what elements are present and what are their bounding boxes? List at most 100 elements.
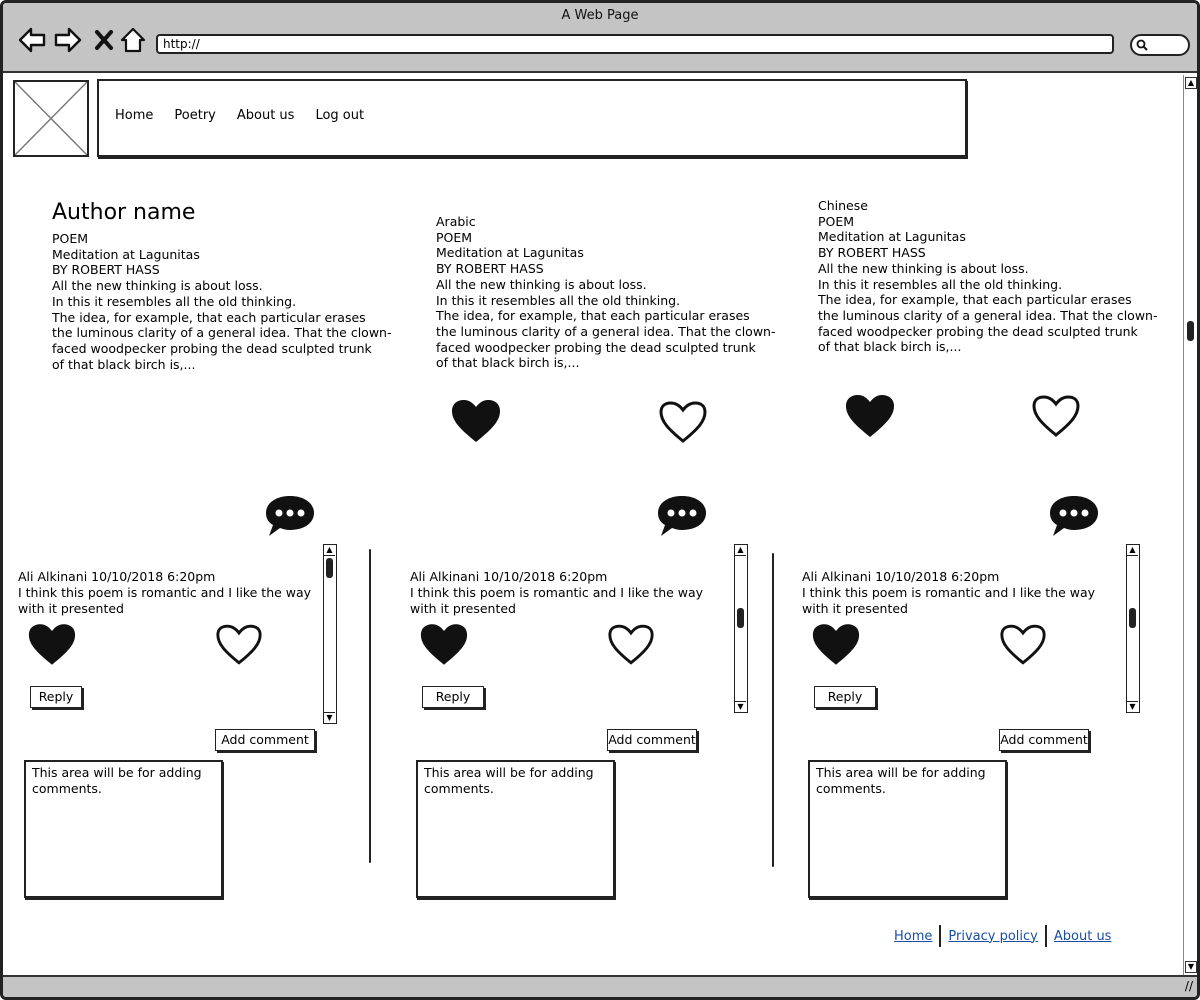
- filled-heart-icon[interactable]: [844, 393, 896, 439]
- forward-arrow-icon[interactable]: [53, 25, 83, 55]
- textarea-placeholder: comments.: [424, 781, 494, 796]
- poem-line: Meditation at Lagunitas: [52, 246, 200, 262]
- footer-link-about-us[interactable]: About us: [1047, 929, 1119, 944]
- poem-text: POEM Meditation at Lagunitas BY ROBERT H…: [52, 231, 391, 372]
- close-icon[interactable]: [89, 25, 119, 55]
- textarea-placeholder: comments.: [32, 781, 102, 796]
- textarea-placeholder: This area will be for adding: [816, 765, 986, 780]
- scrollbar-thumb[interactable]: [326, 558, 333, 578]
- address-bar[interactable]: http://: [156, 34, 1114, 54]
- comment-textarea[interactable]: This area will be for adding comments.: [416, 760, 615, 898]
- scrollbar-thumb[interactable]: [1129, 608, 1136, 628]
- poem-line: The idea, for example, that each particu…: [818, 292, 1132, 308]
- textarea-placeholder: comments.: [816, 781, 886, 796]
- poem-line: In this it resembles all the old thinkin…: [818, 276, 1063, 292]
- comment-text: with it presented: [410, 601, 516, 616]
- comment-textarea[interactable]: This area will be for adding comments.: [24, 760, 223, 898]
- scroll-down-icon[interactable]: ▼: [1127, 701, 1138, 712]
- footer-link-privacy-policy[interactable]: Privacy policy: [941, 929, 1044, 944]
- poem-line: the luminous clarity of a general idea. …: [436, 323, 776, 339]
- nav-home[interactable]: Home: [115, 108, 153, 123]
- scroll-up-icon[interactable]: ▲: [1185, 77, 1197, 89]
- scroll-down-icon[interactable]: ▼: [735, 701, 746, 712]
- scrollbar-thumb[interactable]: [737, 608, 744, 628]
- comment-bubble-icon[interactable]: [264, 494, 316, 538]
- browser-search-field[interactable]: [1130, 34, 1190, 56]
- comments-scrollbar[interactable]: ▲ ▼: [1126, 544, 1140, 713]
- poem-line: faced woodpecker probing the dead sculpt…: [52, 340, 372, 356]
- poem-line: of that black birch is,...: [52, 356, 196, 372]
- outline-heart-icon[interactable]: [214, 622, 264, 667]
- outline-heart-icon[interactable]: [1030, 393, 1082, 439]
- comment-textarea[interactable]: This area will be for adding comments.: [808, 760, 1007, 898]
- nav-about-us[interactable]: About us: [237, 108, 295, 123]
- reply-button[interactable]: Reply: [814, 686, 876, 708]
- resize-grip-icon[interactable]: //: [1185, 979, 1193, 993]
- scroll-up-icon[interactable]: ▲: [1127, 545, 1138, 556]
- poem-line: Meditation at Lagunitas: [436, 245, 584, 261]
- comment: Ali Alkinani 10/10/2018 6:20pm I think t…: [802, 569, 1095, 617]
- poem-line: All the new thinking is about loss.: [436, 276, 647, 292]
- comment-author-date: Ali Alkinani 10/10/2018 6:20pm: [802, 569, 1000, 584]
- filled-heart-icon[interactable]: [419, 622, 469, 667]
- comment: Ali Alkinani 10/10/2018 6:20pm I think t…: [410, 569, 703, 617]
- poem-line: The idea, for example, that each particu…: [52, 309, 366, 325]
- add-comment-button[interactable]: Add comment: [215, 729, 315, 751]
- textarea-placeholder: This area will be for adding: [32, 765, 202, 780]
- column-divider: [369, 549, 371, 863]
- poem-line: Meditation at Lagunitas: [818, 229, 966, 245]
- filled-heart-icon[interactable]: [450, 398, 502, 444]
- add-comment-button[interactable]: Add comment: [999, 729, 1089, 751]
- scroll-up-icon[interactable]: ▲: [324, 545, 335, 556]
- nav-poetry[interactable]: Poetry: [174, 108, 215, 123]
- nav-log-out[interactable]: Log out: [315, 108, 364, 123]
- poem-line: POEM: [436, 229, 473, 245]
- reply-button[interactable]: Reply: [30, 686, 82, 708]
- comments-scrollbar[interactable]: ▲ ▼: [734, 544, 748, 713]
- poem-line: All the new thinking is about loss.: [818, 260, 1029, 276]
- outline-heart-icon[interactable]: [606, 622, 656, 667]
- comment-author-date: Ali Alkinani 10/10/2018 6:20pm: [18, 569, 216, 584]
- poem-line: BY ROBERT HASS: [52, 262, 160, 278]
- window-title: A Web Page: [561, 8, 639, 23]
- back-arrow-icon[interactable]: [17, 25, 47, 55]
- reply-button[interactable]: Reply: [422, 686, 484, 708]
- poem-line: the luminous clarity of a general idea. …: [52, 325, 392, 341]
- browser-toolbar: A Web Page http://: [3, 3, 1197, 73]
- comment-bubble-icon[interactable]: [1048, 494, 1100, 538]
- poem-line: of that black birch is,...: [818, 339, 962, 355]
- filled-heart-icon[interactable]: [811, 622, 861, 667]
- outline-heart-icon[interactable]: [657, 399, 709, 445]
- poem-language-label: Chinese: [818, 198, 868, 213]
- poem-line: the luminous clarity of a general idea. …: [818, 307, 1158, 323]
- column-divider: [772, 553, 774, 867]
- footer-links: Home Privacy policy About us: [887, 925, 1118, 947]
- poem-line: All the new thinking is about loss.: [52, 278, 263, 294]
- poem-line: The idea, for example, that each particu…: [436, 308, 750, 324]
- scroll-down-icon[interactable]: ▼: [1185, 961, 1197, 973]
- comment-author-date: Ali Alkinani 10/10/2018 6:20pm: [410, 569, 608, 584]
- comment-bubble-icon[interactable]: [656, 494, 708, 538]
- footer-link-home[interactable]: Home: [887, 929, 939, 944]
- comments-scrollbar[interactable]: ▲ ▼: [323, 544, 337, 724]
- scrollbar-thumb[interactable]: [1187, 321, 1194, 341]
- comment-text: with it presented: [802, 601, 908, 616]
- poem-text-chinese: Chinese POEM Meditation at Lagunitas BY …: [818, 198, 1157, 355]
- poem-line: In this it resembles all the old thinkin…: [52, 293, 297, 309]
- filled-heart-icon[interactable]: [27, 622, 77, 667]
- comment-text: I think this poem is romantic and I like…: [410, 585, 704, 600]
- home-icon[interactable]: [118, 25, 148, 55]
- poem-text-arabic: Arabic POEM Meditation at Lagunitas BY R…: [436, 214, 775, 371]
- page-scrollbar[interactable]: ▲ ▼: [1183, 75, 1197, 975]
- add-comment-button[interactable]: Add comment: [607, 729, 697, 751]
- scroll-down-icon[interactable]: ▼: [324, 712, 335, 723]
- outline-heart-icon[interactable]: [998, 622, 1048, 667]
- scroll-up-icon[interactable]: ▲: [735, 545, 746, 556]
- poem-line: In this it resembles all the old thinkin…: [436, 292, 681, 308]
- comment-text: I think this poem is romantic and I like…: [802, 585, 1096, 600]
- poem-line: POEM: [52, 231, 89, 246]
- poem-line: POEM: [818, 213, 855, 229]
- poem-line: of that black birch is,...: [436, 355, 580, 371]
- comment-text: I think this poem is romantic and I like…: [18, 585, 312, 600]
- comment-text: with it presented: [18, 601, 124, 616]
